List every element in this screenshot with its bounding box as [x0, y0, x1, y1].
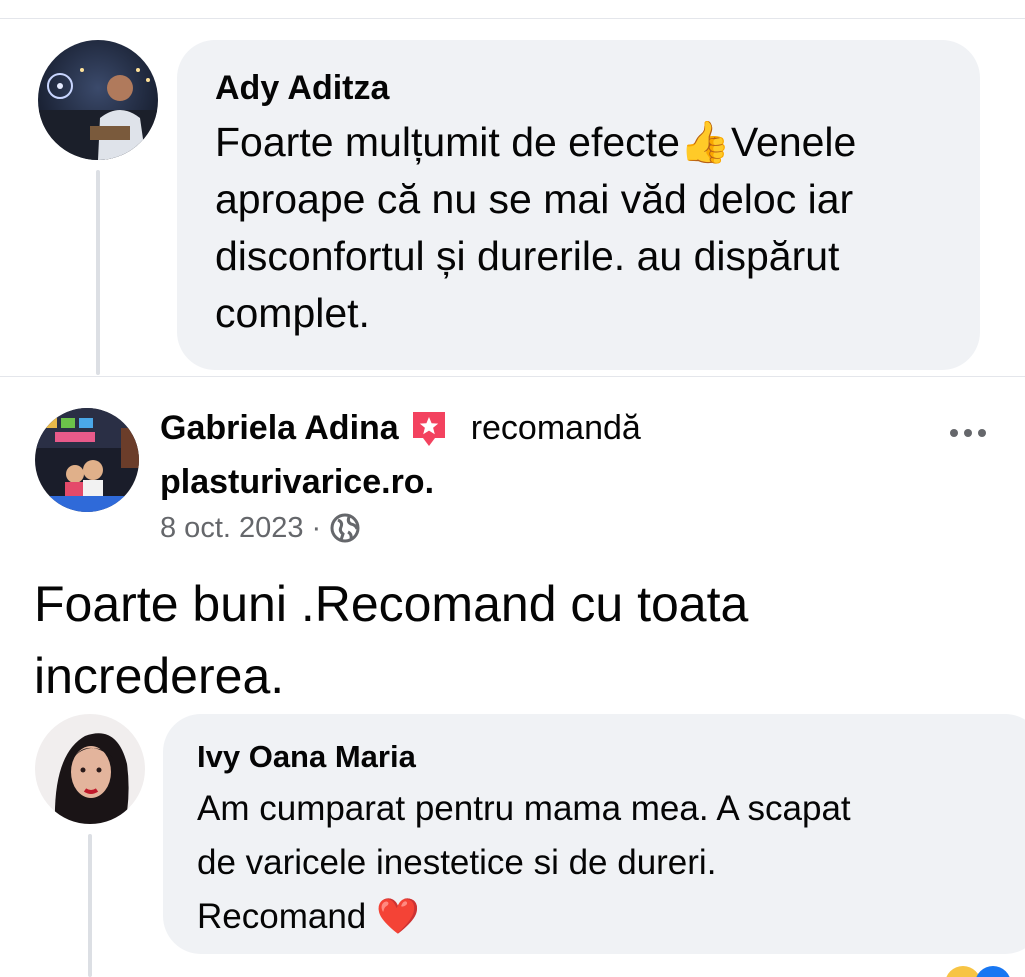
top-divider — [0, 18, 1025, 19]
post-meta: 8 oct. 2023 · — [160, 510, 361, 546]
heart-icon: ❤️ — [376, 897, 420, 936]
post-divider — [0, 376, 1025, 377]
comment2-line-3: Recomand ❤️ — [197, 897, 420, 936]
meta-separator: · — [311, 512, 322, 544]
post-author[interactable]: Gabriela Adina — [160, 408, 399, 448]
comment-line-1: Foarte mulțumit de efecte👍Venele — [215, 119, 857, 165]
reaction-icons[interactable] — [945, 966, 1025, 977]
post-body-line-2: increderea. — [34, 648, 285, 704]
comment-line-2: aproape că nu se mai văd deloc iar — [215, 176, 854, 222]
recommend-badge-icon — [409, 408, 449, 448]
comment-text-1: Foarte mulțumit de efecte👍Venele aproape… — [215, 114, 856, 342]
comment2-line-2: de varicele inestetice si de dureri. — [197, 843, 717, 882]
more-horizontal-icon[interactable] — [950, 429, 986, 437]
post-date[interactable]: 8 oct. 2023 — [160, 510, 304, 546]
post-header-line-1: Gabriela Adina recomandă — [160, 408, 641, 448]
recommend-label: recomandă — [470, 409, 641, 447]
comment-author-2[interactable]: Ivy Oana Maria — [197, 738, 416, 776]
post-page-link[interactable]: plasturivarice.ro. — [160, 462, 434, 502]
like-reaction-icon — [975, 966, 1011, 977]
thread-line — [96, 170, 100, 375]
avatar-ady-aditza[interactable] — [38, 40, 158, 160]
comment-text-2: Am cumparat pentru mama mea. A scapat de… — [197, 782, 851, 944]
avatar-ivy-oana-maria[interactable] — [35, 714, 145, 824]
comment-line-3: disconfortul și durerile. au dispărut — [215, 233, 840, 279]
comment-author-1[interactable]: Ady Aditza — [215, 68, 389, 108]
thread-line-2 — [88, 834, 92, 977]
comment2-line-1: Am cumparat pentru mama mea. A scapat — [197, 789, 851, 828]
avatar-gabriela-adina[interactable] — [35, 408, 139, 512]
thumbs-up-icon: 👍 — [679, 119, 731, 165]
haha-reaction-icon — [945, 966, 981, 977]
comment-line-4: complet. — [215, 290, 370, 336]
post-body-line-1: Foarte buni .Recomand cu toata — [34, 576, 749, 632]
globe-icon — [329, 512, 361, 544]
post-body: Foarte buni .Recomand cu toata incredere… — [34, 568, 748, 712]
